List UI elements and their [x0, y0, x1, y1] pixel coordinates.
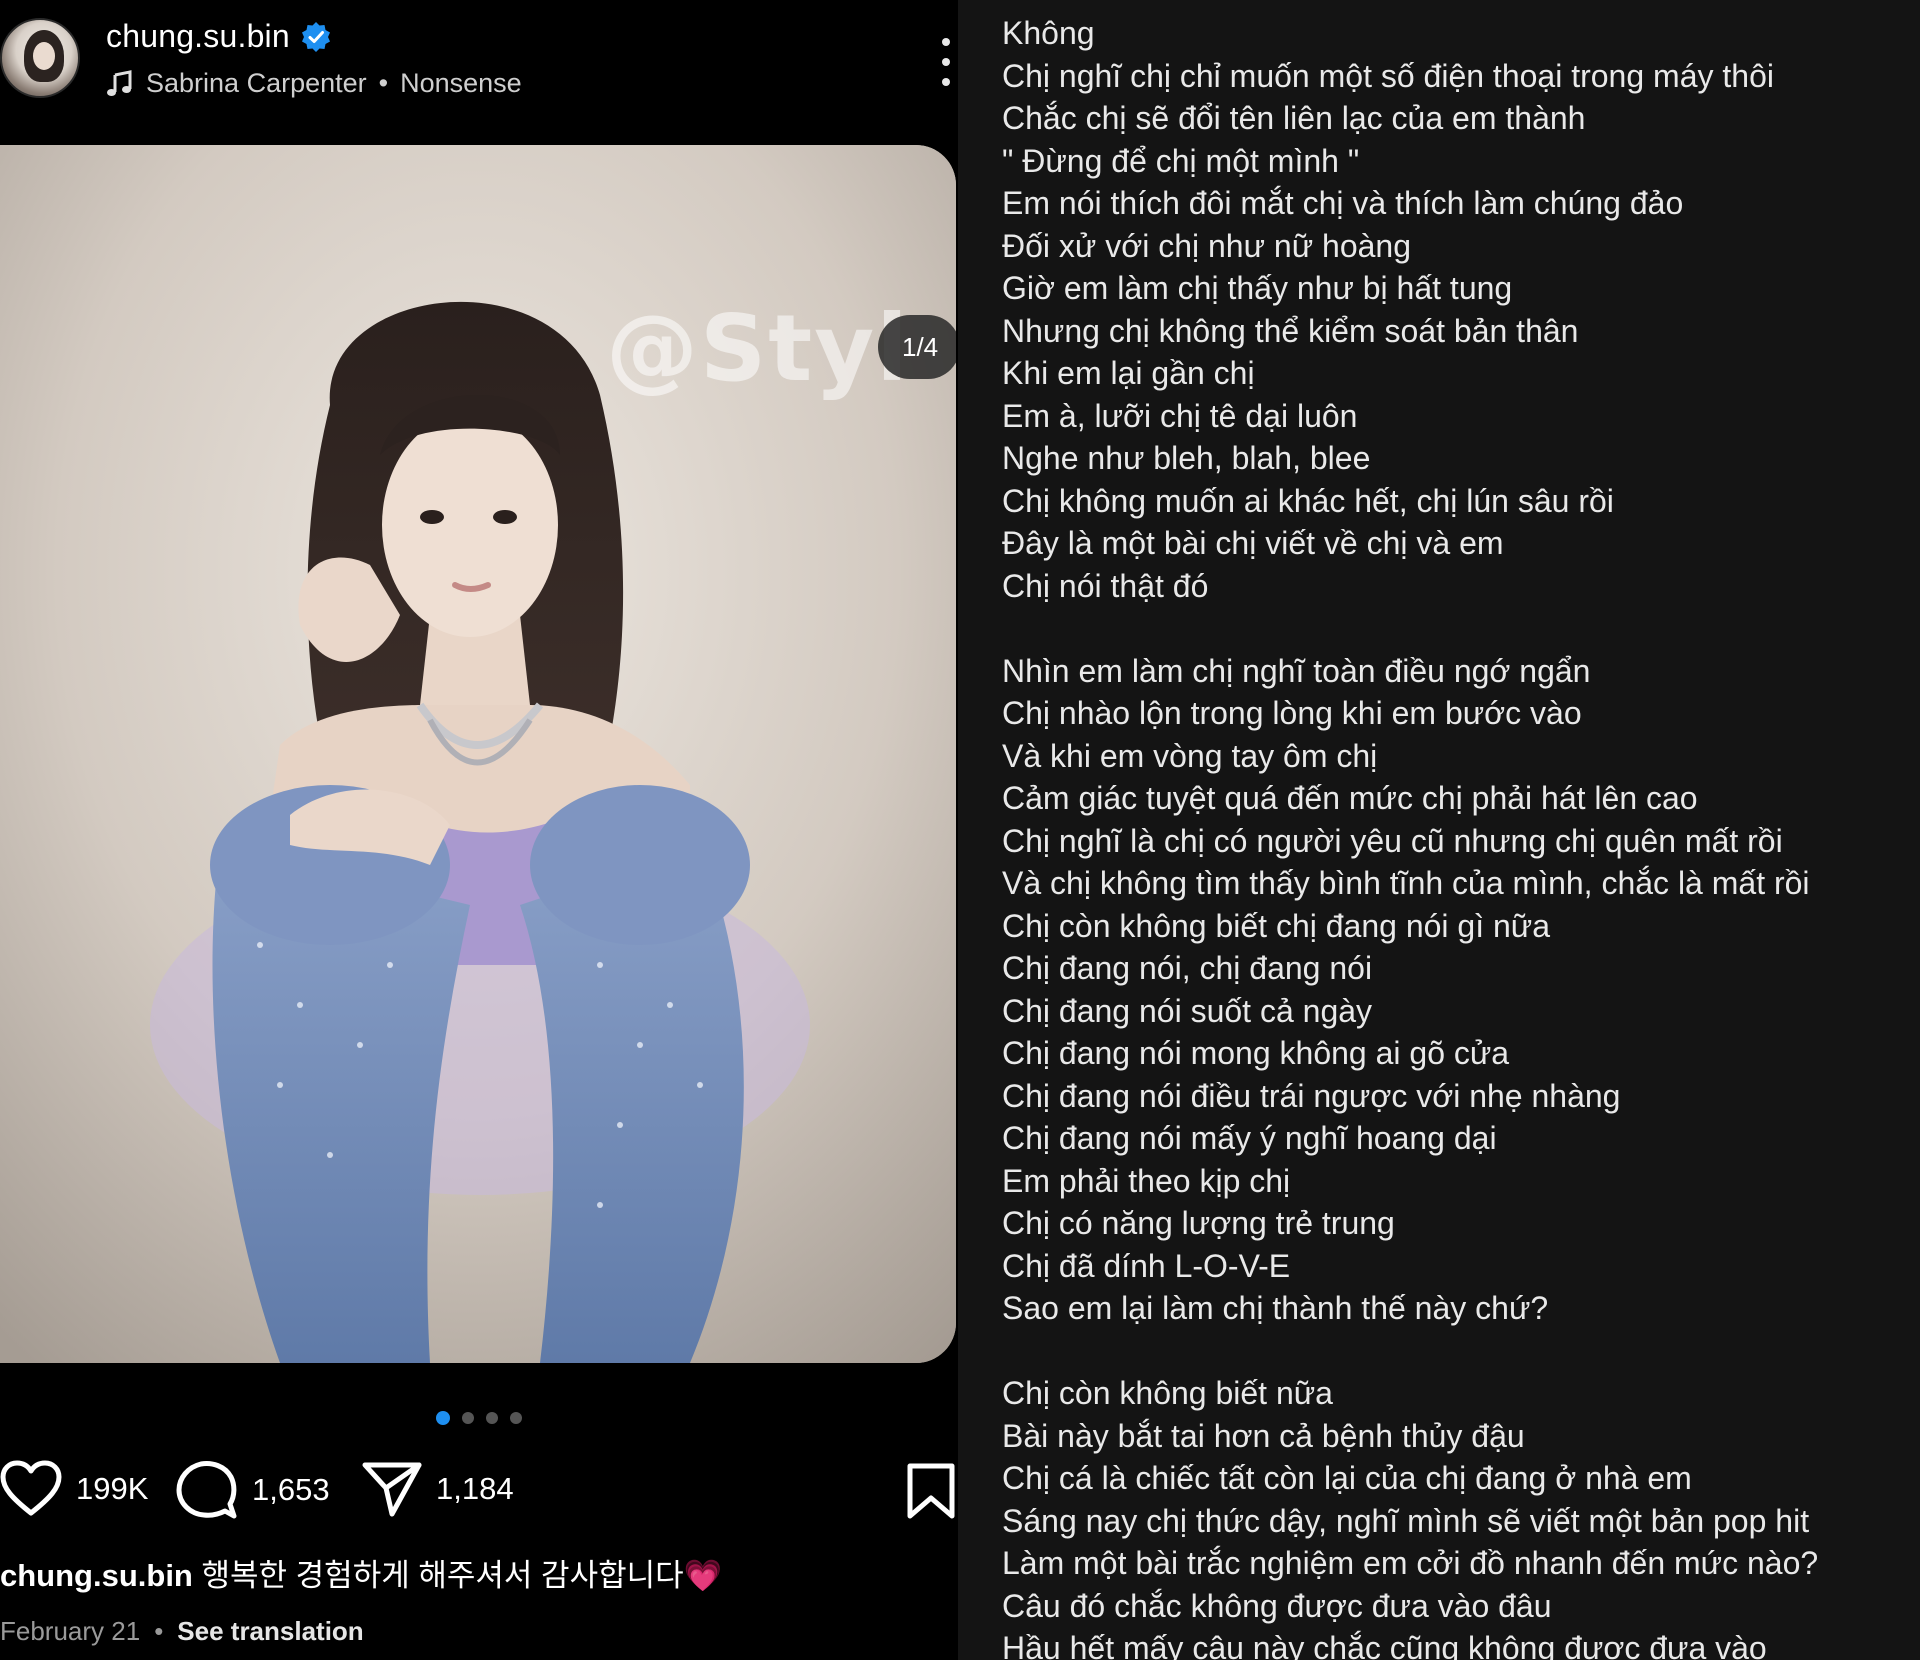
lyric-line: Em nói thích đôi mắt chị và thích làm ch…	[1002, 185, 1684, 221]
lyric-line: Hầu hết mấy câu này chắc cũng không được…	[1002, 1630, 1767, 1660]
post-photo[interactable]: @Styl 1/4	[0, 145, 956, 1363]
instagram-post: chung.su.bin Sabrina Carpenter • Nonsens…	[0, 0, 958, 1660]
lyric-line: Chị đang nói điều trái ngược với nhẹ nhà…	[1002, 1077, 1621, 1114]
carousel-dot	[486, 1412, 498, 1424]
music-attribution[interactable]: Sabrina Carpenter • Nonsense	[106, 68, 522, 99]
lyric-line: Chị nhào lộn trong lòng khi em bước vào	[1002, 695, 1582, 731]
post-meta: February 21 • See translation	[0, 1616, 364, 1647]
likes-count: 199K	[76, 1471, 149, 1506]
username[interactable]: chung.su.bin	[106, 18, 290, 55]
lyric-line: Chị cá là chiếc tất còn lại của chị đang…	[1002, 1460, 1692, 1496]
lyric-line: Sáng nay chị thức dậy, nghĩ mình sẽ viết…	[1002, 1502, 1810, 1539]
carousel-dot	[510, 1412, 522, 1424]
comments-count: 1,653	[252, 1472, 330, 1507]
music-note-icon	[107, 69, 132, 96]
avatar-face	[33, 42, 55, 70]
see-translation-link[interactable]: See translation	[177, 1616, 363, 1647]
lyric-line: Chị còn không biết nữa	[1002, 1375, 1333, 1411]
lyric-line: Không	[1002, 15, 1095, 51]
lyric-line: Nghe như bleh, blah, blee	[1002, 440, 1371, 476]
like-button[interactable]: 199K	[0, 1460, 148, 1518]
lyric-line: Giờ em làm chị thấy như bị hất tung	[1002, 270, 1513, 306]
lyric-line: Làm một bài trắc nghiệm em cởi đồ nhanh …	[1002, 1545, 1819, 1581]
lyric-line: Chị nghĩ là chị có người yêu cũ nhưng ch…	[1002, 822, 1783, 859]
lyric-line: Nhìn em làm chị nghĩ toàn điều ngớ ngẩn	[1002, 652, 1591, 689]
lyric-line: Chị có năng lượng trẻ trung	[1002, 1205, 1395, 1241]
avatar[interactable]	[0, 18, 80, 98]
lyrics-panel: Không Chị nghĩ chị chỉ muốn một số điện t…	[958, 0, 1920, 1660]
music-separator: •	[378, 68, 389, 98]
lyric-line: Chị đã dính L-O-V-E	[1002, 1247, 1291, 1284]
action-bar: 199K 1,653 1,184	[0, 1460, 958, 1524]
more-dot	[942, 38, 950, 46]
lyric-line: Chị đang nói suốt cả ngày	[1002, 992, 1373, 1029]
music-song: Nonsense	[400, 68, 522, 98]
post-header-user[interactable]: chung.su.bin	[106, 18, 332, 55]
lyric-line: Chị còn không biết chị đang nói gì nữa	[1002, 907, 1551, 944]
verified-badge-icon	[301, 21, 330, 52]
lyric-line: Và khi em vòng tay ôm chị	[1002, 737, 1378, 774]
send-icon	[362, 1462, 422, 1517]
share-button[interactable]: 1,184	[362, 1460, 514, 1518]
carousel-dot	[462, 1412, 474, 1424]
lyric-line: Nhưng chị không thể kiểm soát bản thân	[1002, 312, 1579, 349]
lyric-line: Chị đang nói, chị đang nói	[1002, 950, 1373, 986]
slide-counter: 1/4	[878, 315, 956, 379]
heart-icon	[0, 1460, 62, 1516]
lyric-line: Chị nghĩ chị chỉ muốn một số điện thoại …	[1002, 57, 1774, 94]
music-artist: Sabrina Carpenter	[146, 68, 367, 98]
carousel-dots	[436, 1411, 522, 1425]
lyric-line: Chị không muốn ai khác hết, chị lún sâu …	[1002, 482, 1614, 519]
lyric-line: Cảm giác tuyệt quá đến mức chị phải hát …	[1002, 780, 1698, 816]
lyric-line: " Đừng để chị một mình "	[1002, 142, 1360, 179]
meta-separator: •	[154, 1616, 164, 1646]
lyric-line: Khi em lại gần chị	[1002, 355, 1255, 391]
shares-count: 1,184	[436, 1471, 514, 1506]
comment-icon	[176, 1461, 237, 1519]
lyric-line: Bài này bắt tai hơn cả bệnh thủy đậu	[1002, 1417, 1525, 1454]
lyric-line: Đây là một bài chị viết về chị và em	[1002, 525, 1504, 561]
post-caption: chung.su.bin 행복한 경험하게 해주셔서 감사합니다💗	[0, 1550, 722, 1595]
lyric-line: Chị đang nói mong không ai gõ cửa	[1002, 1035, 1510, 1071]
caption-text: 행복한 경험하게 해주셔서 감사합니다	[192, 1558, 684, 1593]
more-dot	[942, 78, 950, 86]
lyric-line: Và chị không tìm thấy bình tĩnh của mình…	[1002, 865, 1810, 901]
lyric-line: Chắc chị sẽ đổi tên liên lạc của em thàn…	[1002, 100, 1586, 136]
lyric-line: Đối xử với chị như nữ hoàng	[1002, 227, 1411, 264]
lyric-line: Câu đó chắc không được đưa vào đâu	[1002, 1587, 1552, 1624]
lyric-line: Chị nói thật đó	[1002, 567, 1209, 604]
post-date: February 21	[0, 1616, 141, 1646]
more-dot	[942, 58, 950, 66]
lyric-line: Em phải theo kịp chị	[1002, 1162, 1291, 1199]
watermark: @Styl	[606, 295, 910, 402]
caption-emoji: 💗	[683, 1558, 723, 1593]
bookmark-icon[interactable]	[906, 1462, 956, 1520]
carousel-dot-active	[436, 1411, 450, 1425]
caption-username[interactable]: chung.su.bin	[0, 1558, 193, 1593]
more-vertical-icon[interactable]	[934, 38, 958, 86]
lyric-line: Chị đang nói mấy ý nghĩ hoang dại	[1002, 1120, 1497, 1156]
lyric-line: Em à, lưỡi chị tê dại luôn	[1002, 397, 1358, 434]
lyric-line: Sao em lại làm chị thành thế này chứ?	[1002, 1290, 1549, 1326]
comment-button[interactable]: 1,653	[176, 1460, 330, 1520]
